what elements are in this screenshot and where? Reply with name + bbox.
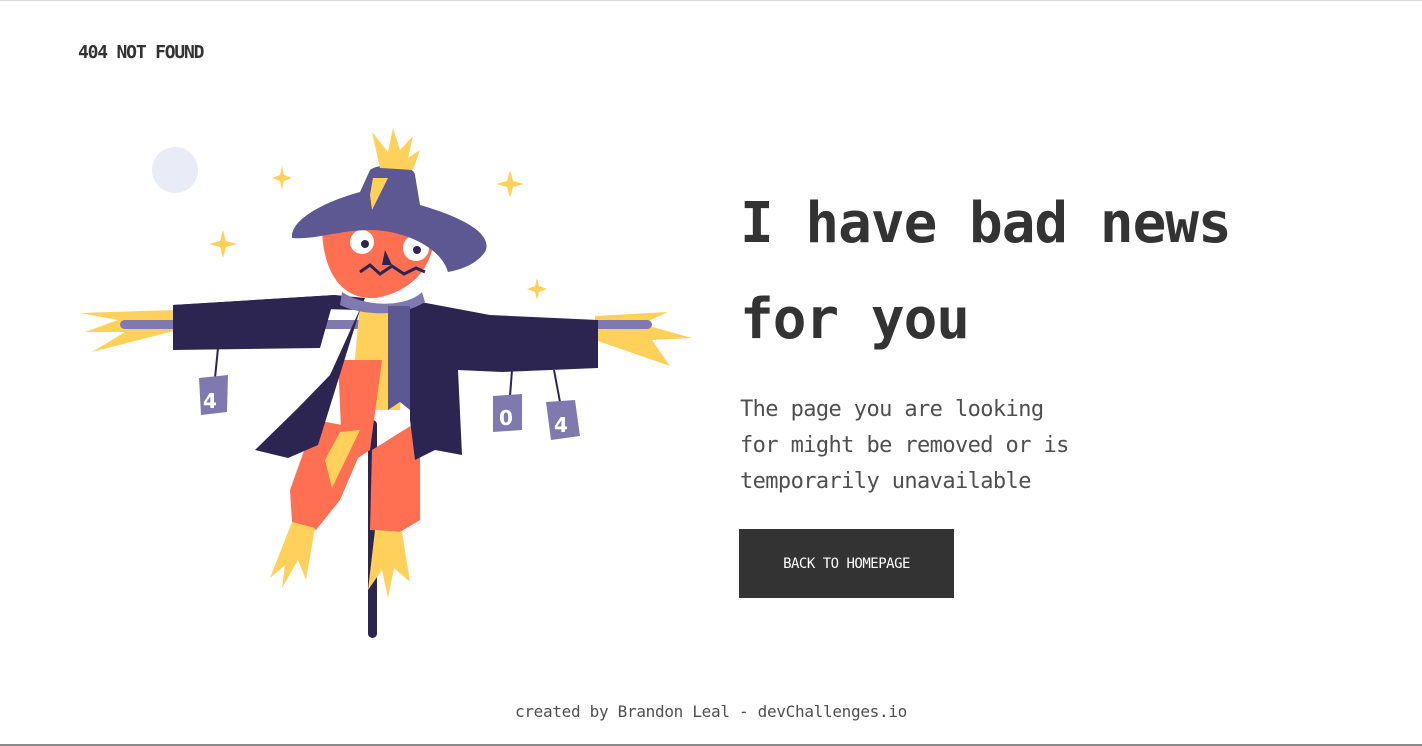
top-divider <box>0 0 1422 1</box>
back-to-homepage-button[interactable]: BACK TO HOMEPAGE <box>739 529 954 598</box>
page-headline: I have bad news for you <box>740 176 1360 368</box>
headline-line-2: for you <box>740 287 970 352</box>
footer-credit: created by Brandon Leal - devChallenges.… <box>515 702 907 721</box>
moon-icon <box>152 147 198 193</box>
can-label-0: 0 <box>499 406 513 430</box>
message-line-1: The page you are looking <box>740 397 1044 422</box>
scarecrow-illustration: 4 0 4 <box>80 128 692 638</box>
message-line-3: temporarily unavailable <box>740 469 1031 494</box>
site-logo[interactable]: 404 NOT FOUND <box>78 42 204 63</box>
error-message: The page you are looking for might be re… <box>740 392 1120 500</box>
can-label-4-left: 4 <box>203 389 217 413</box>
can-label-4-right: 4 <box>554 413 568 437</box>
message-line-2: for might be removed or is <box>740 433 1069 458</box>
headline-line-1: I have bad news <box>740 191 1232 256</box>
